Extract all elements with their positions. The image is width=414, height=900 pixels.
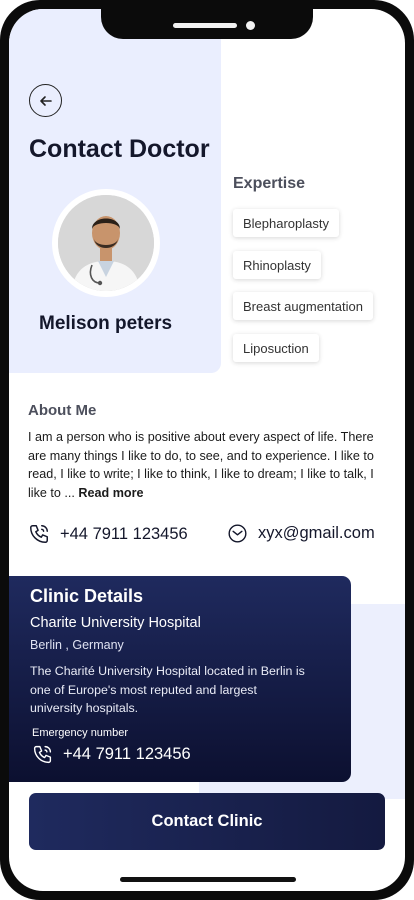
phone-icon [30,525,48,543]
about-title: About Me [28,402,97,419]
phone-number: +44 7911 123456 [60,524,188,543]
home-indicator [120,877,296,882]
clinic-title: Clinic Details [30,586,144,606]
emergency-label: Emergency number [32,727,128,739]
mail-icon [228,524,247,543]
read-more-link[interactable]: Read more [78,486,143,500]
notch [101,9,313,39]
screen: Contact Doctor Melison peters Expertise … [9,9,405,891]
contact-clinic-button[interactable]: Contact Clinic [29,793,385,850]
doctor-avatar [58,195,154,291]
clinic-location: Berlin , Germany [30,638,124,652]
expertise-chip[interactable]: Blepharoplasty [233,209,339,237]
phone-frame: Contact Doctor Melison peters Expertise … [0,0,414,900]
arrow-left-icon [39,95,52,106]
expertise-title: Expertise [233,175,306,192]
email-contact[interactable]: xyx@gmail.com [227,523,375,544]
doctor-photo [58,195,154,291]
speaker-grille [173,23,237,28]
front-camera [246,21,255,30]
expertise-chip[interactable]: Liposuction [233,334,319,362]
emergency-number: +44 7911 123456 [63,745,191,763]
email-address: xyx@gmail.com [258,524,375,542]
about-text: I am a person who is positive about ever… [28,428,378,502]
emergency-phone[interactable]: +44 7911 123456 [32,744,191,765]
avatar-ring [52,189,160,297]
expertise-chip[interactable]: Breast augmentation [233,292,373,320]
phone-icon [33,745,52,764]
phone-contact[interactable]: +44 7911 123456 [28,523,188,545]
expertise-chip[interactable]: Rhinoplasty [233,251,321,279]
clinic-card: Clinic Details Charite University Hospit… [9,576,351,782]
clinic-description: The Charité University Hospital located … [30,664,305,715]
page-title: Contact Doctor [29,135,210,163]
clinic-name: Charite University Hospital [30,615,201,631]
back-button[interactable] [29,84,62,117]
doctor-name: Melison peters [39,313,173,334]
